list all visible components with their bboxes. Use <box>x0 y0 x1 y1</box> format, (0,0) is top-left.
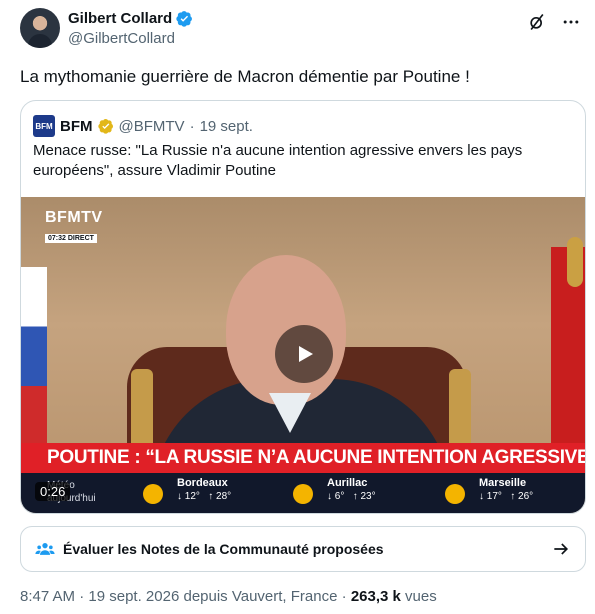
flag-finial <box>567 237 583 287</box>
view-count: 263,3 k <box>350 588 401 605</box>
quoted-name[interactable]: BFM <box>60 118 93 135</box>
weather-low: ↓ 12° <box>177 491 200 502</box>
tweet-location: depuis Vauvert, France <box>183 588 338 605</box>
quoted-tweet[interactable]: BFM BFM @BFMTV · 19 sept. Menace russe: … <box>20 100 586 514</box>
weather-high: ↑ 26° <box>510 491 534 502</box>
quoted-text: Menace russe: "La Russie n'a aucune inte… <box>33 142 523 179</box>
weather-high: ↑ 28° <box>208 491 232 502</box>
video-duration: 0:26 <box>35 482 71 501</box>
views-label: vues <box>405 588 437 605</box>
play-icon <box>299 346 313 362</box>
sun-icon <box>143 484 163 504</box>
author-avatar[interactable] <box>20 8 60 48</box>
grok-slash-icon[interactable] <box>527 12 547 32</box>
author-block: Gilbert Collard @GilbertCollard <box>68 10 193 47</box>
play-button[interactable] <box>275 325 333 383</box>
community-notes-label: Évaluer les Notes de la Communauté propo… <box>63 541 384 557</box>
weather-city: Marseille <box>479 477 527 489</box>
author-handle[interactable]: @GilbertCollard <box>68 30 193 47</box>
author-name-row[interactable]: Gilbert Collard <box>68 10 193 27</box>
tweet-date[interactable]: 19 sept. 2026 <box>88 588 179 605</box>
more-icon[interactable] <box>561 12 581 32</box>
weather-city: Aurillac <box>327 477 368 489</box>
verified-badge-icon <box>176 11 193 27</box>
weather-marseille: Marseille ↓ 17° ↑ 26° <box>479 477 533 503</box>
russian-flag <box>21 267 47 447</box>
channel-brand: BFMTV <box>45 209 103 226</box>
top-actions <box>527 12 581 32</box>
community-notes-button[interactable]: Évaluer les Notes de la Communauté propo… <box>20 526 586 572</box>
bfm-logo-avatar[interactable]: BFM <box>33 115 55 137</box>
author-name[interactable]: Gilbert Collard <box>68 10 172 27</box>
quoted-header: BFM BFM @BFMTV · 19 sept. <box>33 115 253 137</box>
tweet-time[interactable]: 8:47 AM <box>20 588 75 605</box>
tweet-text: La mythomanie guerrière de Macron dément… <box>20 67 470 86</box>
channel-overlay: BFMTV 07:32 DIRECT <box>45 209 103 245</box>
community-notes-icon <box>35 543 55 555</box>
quoted-separator: · <box>189 117 195 135</box>
weather-city: Bordeaux <box>177 477 228 489</box>
weather-high: ↑ 23° <box>352 491 376 502</box>
quoted-handle[interactable]: @BFMTV <box>119 118 185 135</box>
video-player[interactable]: BFMTV 07:32 DIRECT POUTINE : “LA RUSSIE … <box>21 197 585 513</box>
weather-ticker: Météo aujourd'hui Bordeaux ↓ 12° ↑ 28° A… <box>21 473 585 513</box>
quoted-date[interactable]: 19 sept. <box>200 118 253 135</box>
gold-verified-badge-icon <box>97 119 113 134</box>
weather-low: ↓ 17° <box>479 491 502 502</box>
live-tag: 07:32 DIRECT <box>45 234 97 243</box>
sun-icon <box>445 484 465 504</box>
weather-bordeaux: Bordeaux ↓ 12° ↑ 28° <box>177 477 231 503</box>
arrow-right-icon <box>554 543 569 555</box>
news-headline: POUTINE : “LA RUSSIE N’A AUCUNE INTENTIO… <box>21 443 585 473</box>
weather-low: ↓ 6° <box>327 491 345 502</box>
weather-aurillac: Aurillac ↓ 6° ↑ 23° <box>327 477 376 503</box>
sun-icon <box>293 484 313 504</box>
tweet-metadata: 8:47 AM · 19 sept. 2026 depuis Vauvert, … <box>20 588 437 605</box>
